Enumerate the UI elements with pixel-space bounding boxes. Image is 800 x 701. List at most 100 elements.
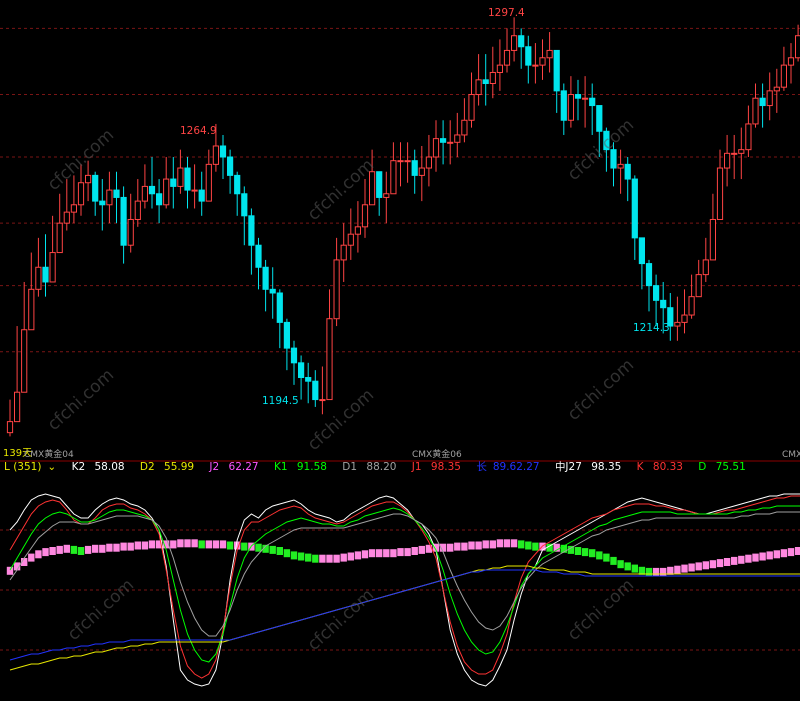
candle-body <box>695 274 702 298</box>
histogram-block <box>319 554 326 563</box>
candle-body <box>780 64 787 88</box>
histogram-block <box>525 541 532 550</box>
indicator-histogram <box>6 539 800 576</box>
histogram-block <box>326 554 333 563</box>
histogram-block <box>709 560 717 569</box>
histogram-block <box>674 565 681 574</box>
histogram-block <box>297 552 305 561</box>
histogram-block <box>191 539 198 548</box>
candle-body <box>106 189 113 206</box>
legend-L[interactable]: L (351) ⌄ <box>4 461 62 473</box>
candle-body <box>546 49 553 59</box>
candle-body <box>191 189 198 192</box>
candle-body <box>404 160 411 163</box>
candle-body <box>134 200 141 220</box>
candle-body <box>347 233 354 246</box>
histogram-block <box>177 539 184 548</box>
legend-mid: 中J27 98.35 <box>554 461 622 473</box>
candle-body <box>738 149 745 154</box>
histogram-block <box>787 548 795 557</box>
candle-body <box>6 421 14 434</box>
histogram-block <box>368 549 376 558</box>
candle-body <box>49 252 56 283</box>
histogram-block <box>716 559 724 568</box>
candle-body <box>170 178 177 187</box>
legend-K1: K1 91.58 <box>273 461 327 473</box>
histogram-block <box>219 540 227 549</box>
candle-body <box>454 134 461 143</box>
histogram-block <box>475 541 482 550</box>
histogram-block <box>589 549 596 558</box>
histogram-block <box>376 549 383 558</box>
candle-body <box>617 163 624 169</box>
candle-body <box>425 156 432 169</box>
histogram-block <box>212 540 220 549</box>
candle-body <box>35 266 42 290</box>
candle-body <box>795 35 800 59</box>
histogram-block <box>738 555 745 564</box>
histogram-block <box>610 556 617 565</box>
histogram-block <box>106 543 113 552</box>
legend-K2: K2 58.08 <box>71 461 125 473</box>
histogram-block <box>255 543 262 552</box>
histogram-block <box>695 562 702 571</box>
peak-right-label: 1297.4 <box>488 7 525 19</box>
histogram-block <box>148 540 156 549</box>
histogram-block <box>688 563 695 572</box>
candle-body <box>298 362 305 379</box>
candle-body <box>766 90 773 107</box>
candle-body <box>127 218 134 246</box>
histogram-block <box>759 552 766 561</box>
histogram-block <box>269 545 276 554</box>
histogram-block <box>134 541 141 550</box>
histogram-block <box>120 542 127 551</box>
candle-body <box>574 94 582 99</box>
candle-body <box>475 79 482 96</box>
candle-body <box>525 46 532 66</box>
candle-body <box>77 182 85 206</box>
candle-body <box>681 314 688 323</box>
histogram-block <box>6 566 14 575</box>
histogram-block <box>503 539 511 548</box>
candle-body <box>645 263 653 287</box>
histogram-block <box>198 540 205 549</box>
candle-body <box>596 105 603 132</box>
legend-J1: J1 98.35 <box>411 461 461 473</box>
trough-mid-label: 1194.5 <box>262 395 299 407</box>
candle-body <box>461 119 468 136</box>
candle-body <box>383 193 390 198</box>
candle-body <box>205 163 212 202</box>
candle-body <box>674 321 681 327</box>
candle-body <box>326 318 333 401</box>
histogram-block <box>127 542 134 551</box>
histogram-block <box>510 539 518 548</box>
candle-body <box>283 321 290 349</box>
histogram-block <box>241 542 248 551</box>
histogram-block <box>333 554 340 563</box>
trough-right-label: 1214.3 <box>633 322 670 334</box>
candle-body <box>227 156 234 176</box>
candle-body <box>92 174 99 202</box>
peak-left-label: 1264.9 <box>180 125 217 137</box>
candle-body <box>290 347 298 364</box>
chart-canvas: 1264.9 1297.4 1194.5 1214.3 139天 CMX黄金04… <box>0 7 800 687</box>
x-label-2: CMX <box>782 450 800 460</box>
candle-body <box>418 167 425 176</box>
histogram-block <box>340 553 347 562</box>
histogram-block <box>361 550 369 559</box>
histogram-block <box>482 540 489 549</box>
histogram-block <box>454 542 461 551</box>
candle-body <box>184 167 191 191</box>
candle-body <box>688 296 695 316</box>
histogram-block <box>354 551 362 560</box>
indicator-line-1 <box>9 495 800 679</box>
histogram-block <box>596 551 603 560</box>
histogram-block <box>794 547 800 555</box>
candle-body <box>553 49 560 92</box>
candle-body <box>177 167 184 187</box>
legend-J2: J2 62.27 <box>209 461 259 473</box>
histogram-block <box>383 549 390 558</box>
candle-body <box>340 244 347 261</box>
candle-body <box>163 178 170 206</box>
candle-body <box>759 97 766 107</box>
